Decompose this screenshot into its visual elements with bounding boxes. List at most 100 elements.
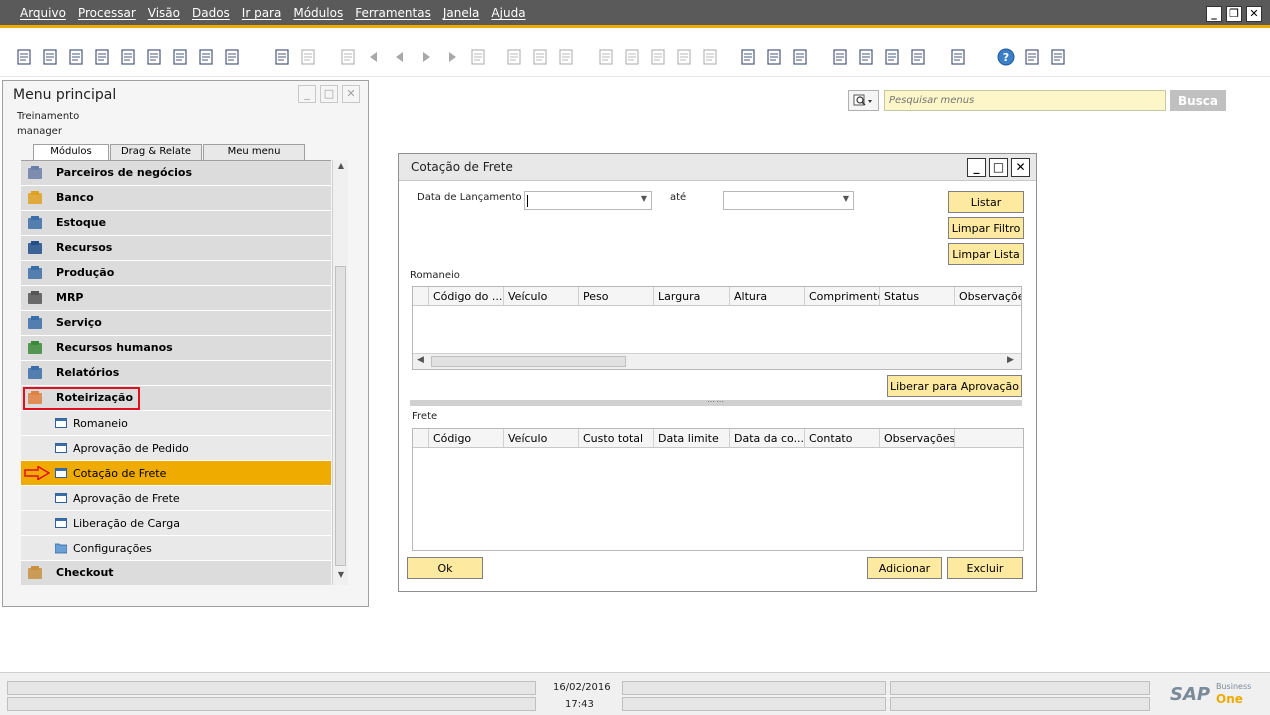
- menu-item-arquivo[interactable]: Arquivo: [14, 6, 72, 20]
- module-serviço[interactable]: Serviço: [21, 311, 331, 336]
- module-estoque[interactable]: Estoque: [21, 211, 331, 236]
- organization-icon[interactable]: [948, 47, 968, 67]
- scroll-thumb[interactable]: [431, 356, 626, 367]
- column-header[interactable]: Contato: [805, 429, 880, 447]
- column-header[interactable]: Comprimento: [805, 287, 880, 305]
- column-header[interactable]: Observações: [880, 429, 955, 447]
- email-icon[interactable]: [66, 47, 86, 67]
- scroll-thumb[interactable]: [335, 266, 346, 566]
- column-header[interactable]: Largura: [654, 287, 730, 305]
- scroll-right-arrow[interactable]: ▶: [1007, 355, 1014, 365]
- menu-item-módulos[interactable]: Módulos: [287, 6, 349, 20]
- column-header[interactable]: Código: [429, 429, 504, 447]
- dialog-maximize-button[interactable]: □: [989, 158, 1008, 177]
- menu-item-ajuda[interactable]: Ajuda: [485, 6, 531, 20]
- excel-icon[interactable]: [144, 47, 164, 67]
- sub-item-aprovação-de-pedido[interactable]: Aprovação de Pedido: [21, 436, 331, 461]
- next-record-icon[interactable]: [416, 47, 436, 67]
- form-settings-icon[interactable]: [1022, 47, 1042, 67]
- calendar-icon[interactable]: [856, 47, 876, 67]
- message-icon[interactable]: [908, 47, 928, 67]
- filter-icon[interactable]: [504, 47, 524, 67]
- sub-item-romaneio[interactable]: Romaneio: [21, 411, 331, 436]
- date-from-field[interactable]: ▼: [524, 191, 652, 210]
- sort-icon[interactable]: [530, 47, 550, 67]
- launch-icon[interactable]: [222, 47, 242, 67]
- sub-item-liberação-de-carga[interactable]: Liberação de Carga: [21, 511, 331, 536]
- chevron-down-icon[interactable]: ▼: [843, 194, 849, 203]
- date-to-field[interactable]: ▼: [723, 191, 854, 210]
- base-document-icon[interactable]: [556, 47, 576, 67]
- print-preview-icon[interactable]: [14, 47, 34, 67]
- settings-icon[interactable]: [648, 47, 668, 67]
- menu-item-ir-para[interactable]: Ir para: [236, 6, 288, 20]
- search-scope-dropdown[interactable]: [848, 90, 879, 111]
- limpar-lista-button[interactable]: Limpar Lista: [948, 243, 1024, 265]
- liberar-aprovacao-button[interactable]: Liberar para Aprovação: [887, 375, 1022, 397]
- main-menu-minimize-button[interactable]: _: [298, 85, 316, 103]
- close-button[interactable]: ✕: [1246, 6, 1262, 22]
- column-header[interactable]: Veículo: [504, 429, 579, 447]
- tab-drag-relate[interactable]: Drag & Relate: [110, 144, 202, 160]
- column-header[interactable]: Altura: [730, 287, 805, 305]
- target-document-icon[interactable]: [596, 47, 616, 67]
- previous-record-icon[interactable]: [390, 47, 410, 67]
- column-header[interactable]: Observações: [955, 287, 1021, 305]
- find-icon[interactable]: [298, 47, 318, 67]
- module-mrp[interactable]: MRP: [21, 286, 331, 311]
- module-checkout[interactable]: Checkout: [21, 561, 331, 585]
- add-icon[interactable]: [338, 47, 358, 67]
- column-header[interactable]: Data limite: [654, 429, 730, 447]
- pen-icon[interactable]: [764, 47, 784, 67]
- menu-item-janela[interactable]: Janela: [437, 6, 486, 20]
- lock-icon[interactable]: [272, 47, 292, 67]
- column-header[interactable]: Peso: [579, 287, 654, 305]
- calculator-icon[interactable]: [118, 47, 138, 67]
- sub-item-aprovação-de-frete[interactable]: Aprovação de Frete: [21, 486, 331, 511]
- module-recursos[interactable]: Recursos: [21, 236, 331, 261]
- column-header[interactable]: Custo total: [579, 429, 654, 447]
- module-recursos-humanos[interactable]: Recursos humanos: [21, 336, 331, 361]
- limpar-filtro-button[interactable]: Limpar Filtro: [948, 217, 1024, 239]
- menu-item-processar[interactable]: Processar: [72, 6, 142, 20]
- alert-icon[interactable]: [882, 47, 902, 67]
- sub-item-cotação-de-frete[interactable]: Cotação de Frete: [21, 461, 331, 486]
- dialog-minimize-button[interactable]: _: [967, 158, 986, 177]
- module-parceiros-de-negócios[interactable]: Parceiros de negócios: [21, 161, 331, 186]
- excluir-button[interactable]: Excluir: [947, 557, 1023, 579]
- scroll-up-arrow[interactable]: ▲: [333, 161, 349, 175]
- column-header[interactable]: Veículo: [504, 287, 579, 305]
- payment-icon[interactable]: [700, 47, 720, 67]
- panel-splitter[interactable]: ⋯⋯: [410, 397, 1022, 406]
- listar-button[interactable]: Listar: [948, 191, 1024, 213]
- module-banco[interactable]: Banco: [21, 186, 331, 211]
- help-icon[interactable]: ?: [996, 47, 1016, 67]
- module-roteirização[interactable]: Roteirização: [21, 386, 331, 411]
- menu-item-ferramentas[interactable]: Ferramentas: [349, 6, 437, 20]
- word-icon[interactable]: [170, 47, 190, 67]
- tab-modulos[interactable]: Módulos: [33, 144, 109, 161]
- tab-meu-menu[interactable]: Meu menu: [203, 144, 305, 160]
- check-icon[interactable]: [738, 47, 758, 67]
- romaneio-grid[interactable]: Código do ... Veículo Peso Largura Altura Com…: [412, 286, 1022, 370]
- ok-button[interactable]: Ok: [407, 557, 483, 579]
- first-record-icon[interactable]: [364, 47, 384, 67]
- chevron-down-icon[interactable]: ▼: [641, 194, 647, 203]
- menu-item-dados[interactable]: Dados: [186, 6, 236, 20]
- export-icon[interactable]: [92, 47, 112, 67]
- sub-item-configurações[interactable]: Configurações: [21, 536, 331, 561]
- minimize-button[interactable]: _: [1206, 6, 1222, 22]
- module-produção[interactable]: Produção: [21, 261, 331, 286]
- refresh-icon[interactable]: [468, 47, 488, 67]
- module-list-scrollbar[interactable]: ▲ ▼: [332, 160, 348, 585]
- main-menu-maximize-button[interactable]: □: [320, 85, 338, 103]
- document-edit-icon[interactable]: [830, 47, 850, 67]
- pdf-icon[interactable]: [196, 47, 216, 67]
- romaneio-horizontal-scrollbar[interactable]: ◀ ▶: [413, 353, 1021, 369]
- adicionar-button[interactable]: Adicionar: [867, 557, 942, 579]
- document-settings-icon[interactable]: [790, 47, 810, 67]
- column-header[interactable]: Código do ...: [429, 287, 504, 305]
- search-menus-input[interactable]: [885, 91, 1165, 110]
- scroll-down-arrow[interactable]: ▼: [333, 570, 349, 584]
- column-header[interactable]: Data da co...: [730, 429, 805, 447]
